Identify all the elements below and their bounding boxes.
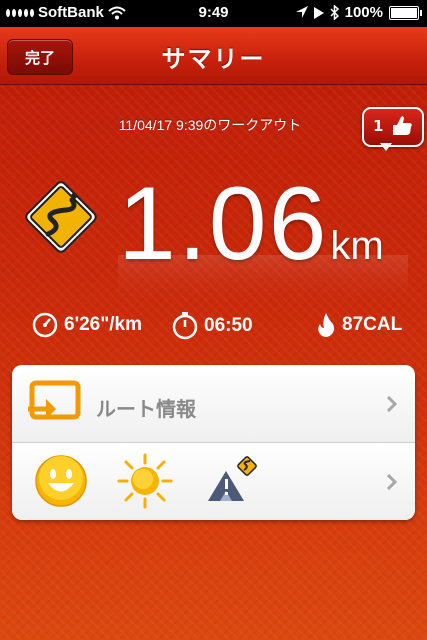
- calories-value: 87CAL: [342, 314, 403, 335]
- route-info-row[interactable]: ルート情報: [12, 365, 415, 443]
- smiley-face-icon: [35, 455, 87, 507]
- pace-stat: 6'26"/km: [32, 312, 142, 338]
- sun-icon: [117, 453, 173, 509]
- workout-date: 11/04/17 9:39のワークアウト: [118, 117, 302, 133]
- battery-label: 100%: [344, 4, 383, 21]
- stopwatch-icon: [172, 312, 198, 340]
- chevron-right-icon: [387, 396, 397, 412]
- like-badge[interactable]: 1: [362, 107, 424, 151]
- bluetooth-icon: [330, 5, 339, 20]
- status-right: 100%: [295, 4, 422, 21]
- play-icon: [313, 6, 324, 19]
- battery-icon: [389, 5, 422, 20]
- route-screen-icon: [28, 380, 81, 420]
- winding-road-sign-icon: [25, 181, 97, 253]
- flame-icon: [318, 313, 335, 337]
- summary-panel: 11/04/17 9:39のワークアウト 1 1.06km 6'26"/km 0…: [0, 85, 427, 640]
- status-bar: SoftBank 9:49 100%: [0, 0, 427, 27]
- distance-reflection: [118, 255, 408, 310]
- page-title: サマリー: [161, 45, 266, 73]
- pace-value: 6'26"/km: [64, 314, 142, 335]
- stats-row: 6'26"/km 06:50 87CAL: [0, 312, 427, 344]
- conditions-row[interactable]: [12, 443, 415, 520]
- location-arrow-icon: [295, 6, 308, 18]
- details-card: ルート情報: [12, 365, 415, 520]
- duration-value: 06:50: [204, 315, 253, 336]
- duration-stat: 06:50: [172, 312, 253, 340]
- chevron-right-icon: [387, 474, 397, 490]
- thumbs-up-icon: [393, 116, 412, 135]
- route-info-label: ルート情報: [96, 397, 196, 421]
- speedometer-icon: [32, 312, 58, 338]
- calories-stat: 87CAL: [316, 312, 402, 338]
- nav-bar: 完了 サマリー: [0, 27, 427, 85]
- terrain-warning-icon: [208, 456, 257, 501]
- like-count: 1: [373, 117, 384, 135]
